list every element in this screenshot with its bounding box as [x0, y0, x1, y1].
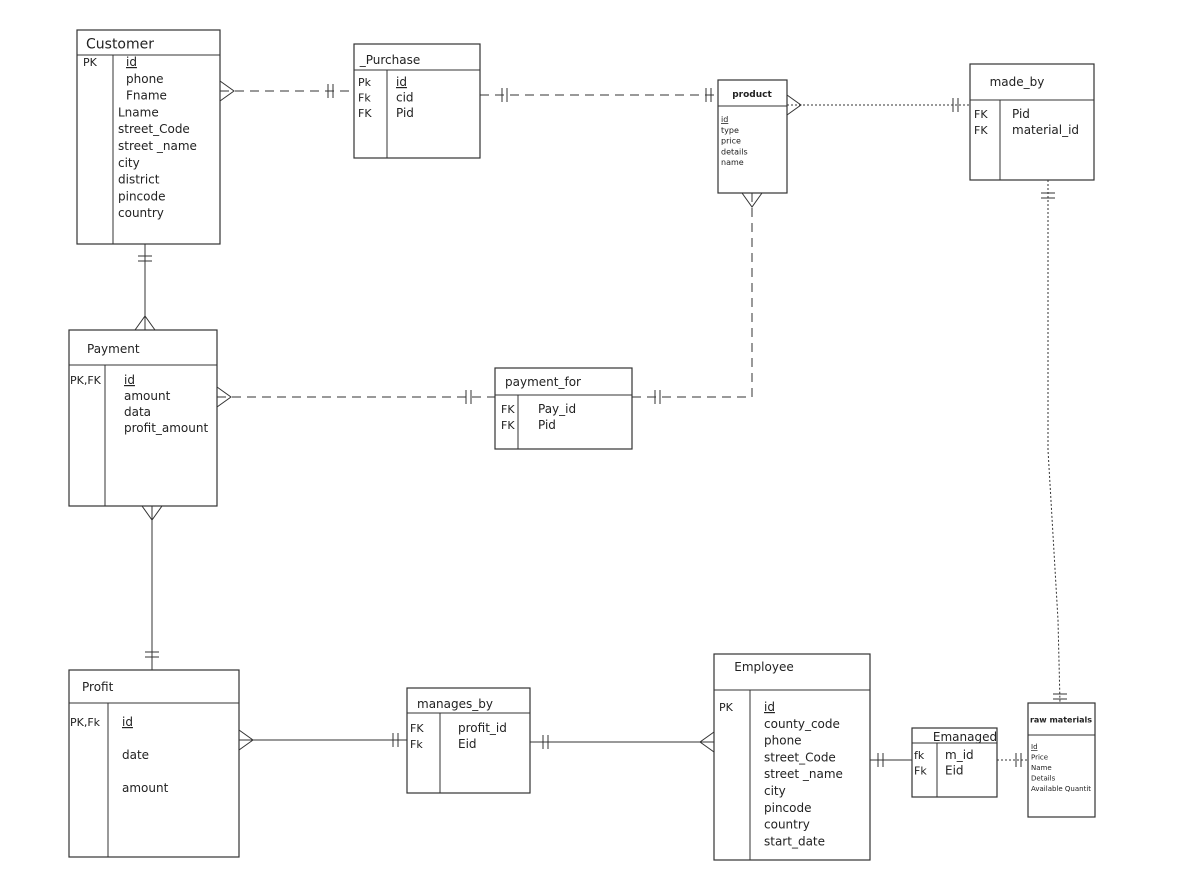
entity-title: product [732, 90, 772, 100]
key-label: PK,FK [70, 374, 102, 387]
many-cardinality-icon [786, 94, 802, 116]
key-label: Pk [358, 76, 372, 89]
entity-payment[interactable]: Payment PK,FK id amount data profit_amount [68, 329, 218, 507]
entity-purchase[interactable]: _Purchase Pk Fk FK id cidPid [353, 43, 481, 159]
attribute: pincode [764, 801, 812, 815]
entity-title: made_by [990, 75, 1045, 89]
attribute: id [764, 700, 775, 714]
attribute: profit_id [458, 721, 507, 735]
attribute: profit_amount [124, 421, 208, 435]
attribute: Pay_id [538, 402, 576, 416]
entity-title: manages_by [417, 697, 493, 711]
attribute: phone [764, 734, 802, 748]
attribute: type [721, 126, 739, 135]
attribute: street _name [118, 139, 197, 153]
attribute: street_Code [764, 750, 836, 764]
entity-manages-by[interactable]: manages_by FK Fk profit_id Eid [406, 687, 531, 794]
entity-title: Emanaged [933, 730, 997, 744]
relationship-product-payment-for [632, 193, 753, 398]
attribute: country [764, 818, 810, 832]
attribute: id [721, 115, 728, 124]
entity-title: Employee [734, 660, 793, 674]
entity-title: Customer [86, 37, 154, 53]
entity-title: raw materials [1030, 716, 1092, 725]
entity-made-by[interactable]: made_by FK FK Pid material_id [969, 63, 1095, 181]
attribute: Price [1031, 754, 1048, 762]
attribute: name [721, 158, 744, 167]
key-label: PK [719, 701, 734, 714]
key-label: PK [83, 56, 98, 69]
entity-raw-materials[interactable]: raw materials Id Price Name Details Available… [1027, 702, 1096, 818]
attribute: city [764, 784, 786, 798]
entity-employee[interactable]: Employee PK id county_codephone street_Codes… [713, 653, 871, 861]
attribute: start_date [764, 834, 825, 848]
attribute: id [124, 373, 135, 387]
entity-product[interactable]: product id type pricedetails name [717, 79, 788, 194]
attribute: id [126, 55, 137, 69]
attribute: pincode [118, 189, 166, 203]
attribute: Available Quantit [1031, 785, 1091, 793]
er-diagram: CustomerPK idphoneFnameLnamestreet_Codest… [68, 29, 1096, 861]
attribute: country [118, 206, 164, 220]
entity-title: _Purchase [359, 53, 421, 67]
attribute: Fname [126, 89, 167, 103]
attribute: Eid [458, 737, 477, 751]
attribute: date [122, 748, 149, 762]
key-label: Fk [358, 92, 371, 105]
attribute: cid [396, 91, 414, 105]
entity-payment-for[interactable]: payment_for FK FK Pay_id Pid [494, 367, 633, 450]
attribute: Pid [396, 106, 414, 120]
relationship-made-by-raw-materials [1047, 180, 1061, 704]
attribute: price [721, 137, 741, 146]
attribute: Id [1031, 743, 1038, 751]
attribute: Name [1031, 764, 1052, 772]
entity-title: payment_for [505, 375, 581, 389]
attribute: street _name [764, 767, 843, 781]
attribute: Pid [538, 418, 556, 432]
key-label: FK [974, 108, 988, 121]
attribute: Lname [118, 105, 159, 119]
key-label: fk [914, 749, 925, 762]
attribute: amount [124, 389, 171, 403]
attribute: street_Code [118, 122, 190, 136]
attribute: city [118, 156, 140, 170]
key-label: FK [501, 419, 515, 432]
entity-title: Payment [87, 342, 140, 356]
attribute: amount [122, 781, 169, 795]
entity-emanaged[interactable]: Emanaged fk Fk m_id Eid [911, 727, 998, 798]
key-label: Fk [914, 765, 927, 778]
entity-title: Profit [82, 680, 114, 694]
attribute: id [396, 75, 407, 89]
attribute: id [122, 715, 133, 729]
key-label: FK [501, 403, 515, 416]
attribute: county_code [764, 717, 840, 731]
attribute: m_id [945, 748, 974, 762]
entity-box [68, 669, 240, 858]
attribute: Eid [945, 764, 964, 778]
attribute: phone [126, 72, 164, 86]
key-label: FK [974, 124, 988, 137]
attribute: Details [1031, 775, 1056, 783]
attribute: details [721, 147, 748, 156]
key-label: Fk [410, 738, 423, 751]
one-cardinality-icon [465, 390, 472, 404]
entity-customer[interactable]: Customer PK id phone Fname Lname street_Codest… [76, 29, 221, 245]
entity-profit[interactable]: Profit PK,Fk id date amount [68, 669, 240, 858]
key-label: PK,Fk [70, 716, 101, 729]
attribute: Pid [1012, 107, 1030, 121]
key-label: FK [358, 107, 372, 120]
attribute: material_id [1012, 123, 1079, 137]
key-label: FK [410, 722, 424, 735]
attribute: district [118, 173, 160, 187]
attribute: data [124, 405, 151, 419]
